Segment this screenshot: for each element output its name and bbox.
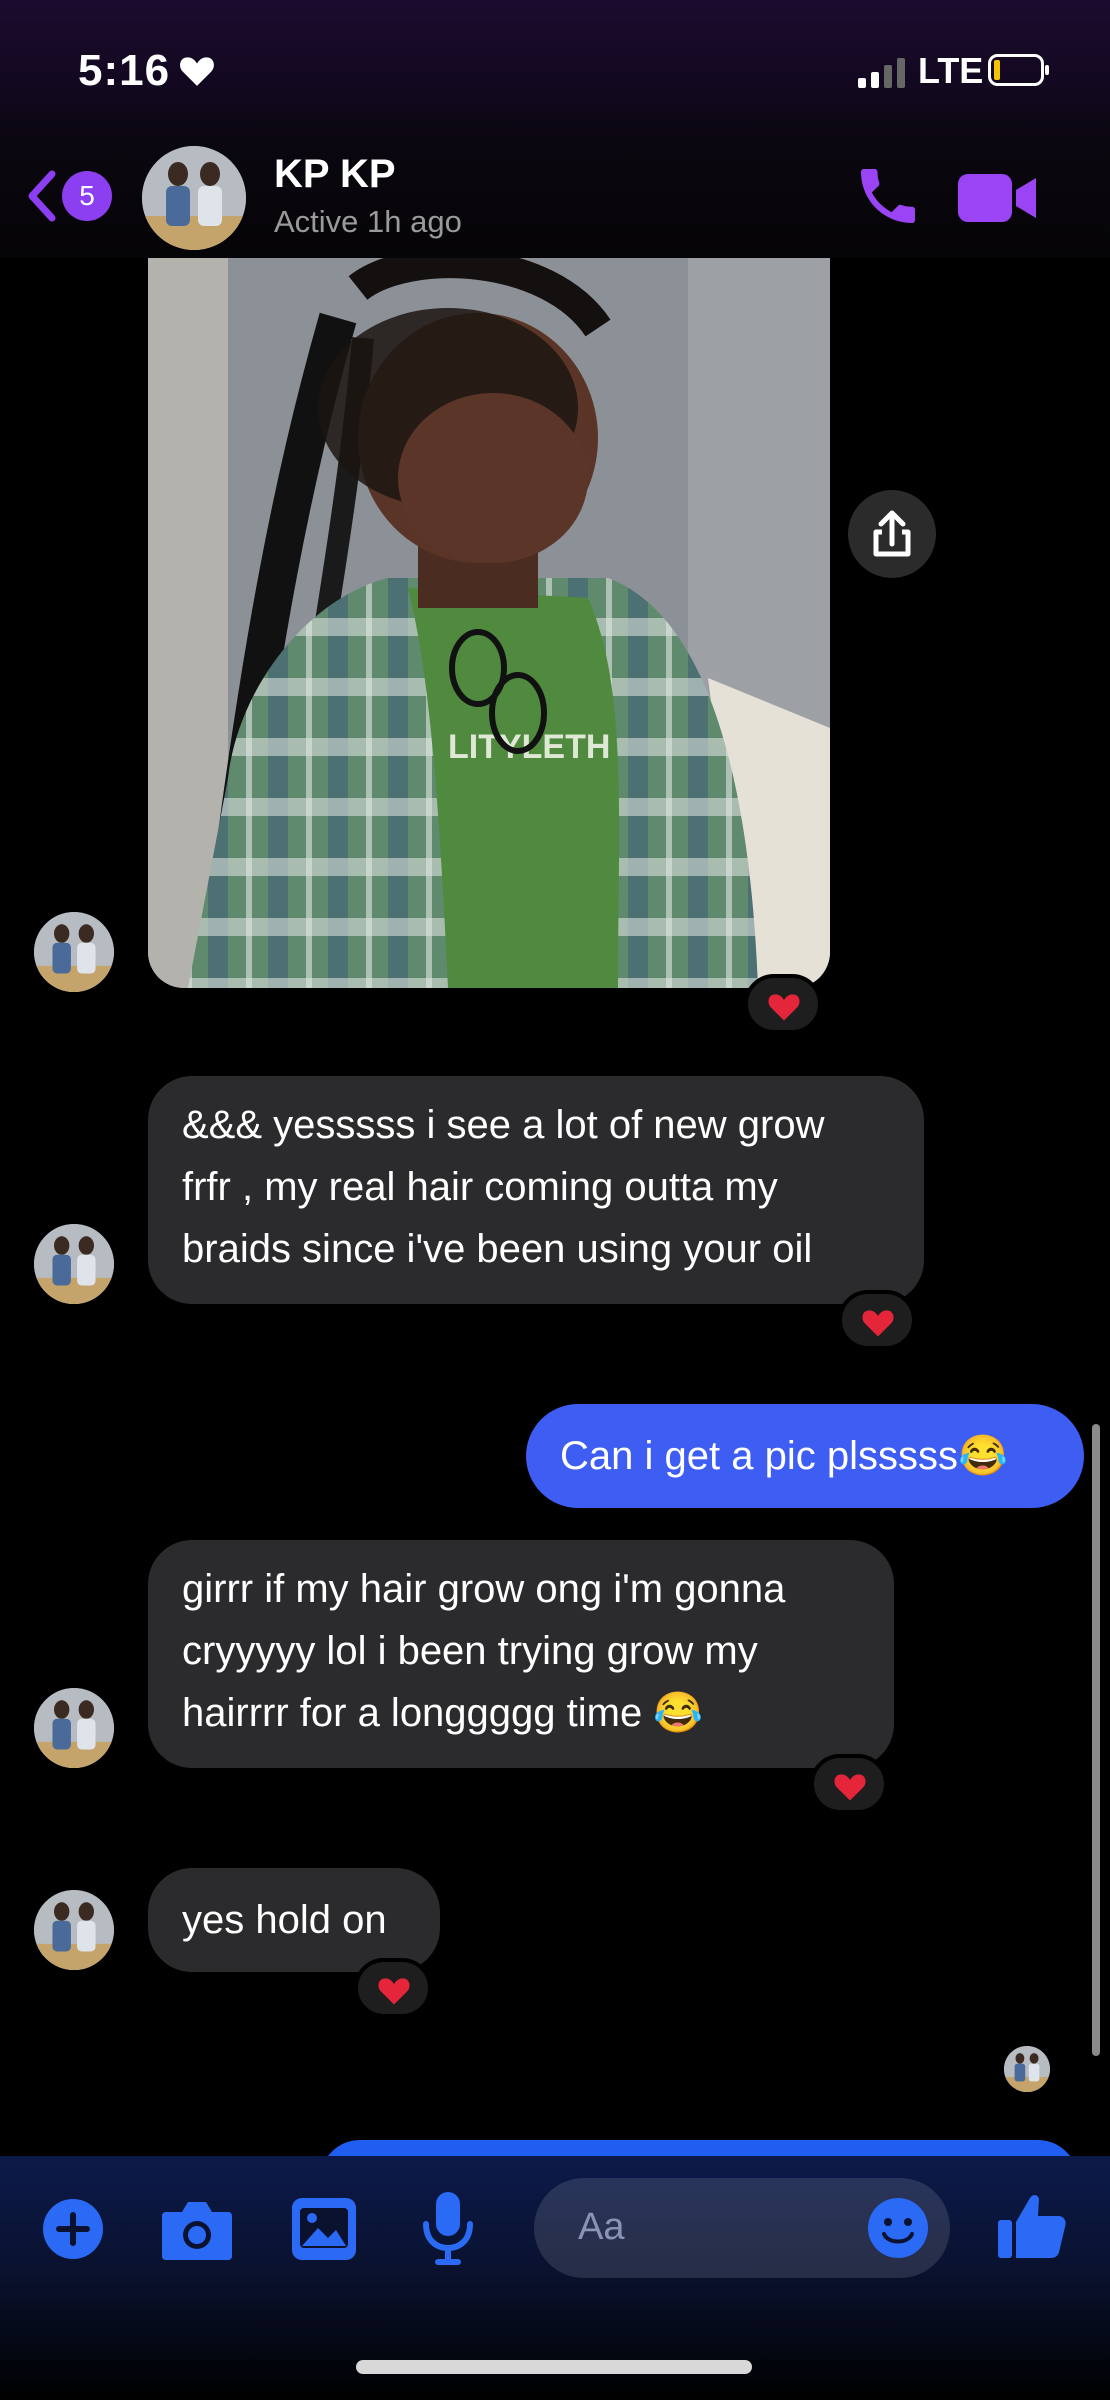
- heart-icon: [834, 1774, 866, 1801]
- heart-icon: [768, 994, 800, 1021]
- avatar-photo: [142, 146, 246, 250]
- message-line: frfr , my real hair coming outta my: [182, 1165, 778, 1209]
- plus-icon[interactable]: [42, 2198, 104, 2260]
- thumbs-up-icon[interactable]: [996, 2190, 1068, 2262]
- message-line: &&& yesssss i see a lot of new grow: [182, 1103, 825, 1147]
- contact-name[interactable]: KP KP: [274, 152, 396, 197]
- heart-icon: [862, 1310, 894, 1337]
- gallery-icon[interactable]: [290, 2196, 358, 2262]
- message-text: yes hold on: [182, 1898, 387, 1942]
- heart-reaction[interactable]: [354, 1958, 432, 2018]
- outgoing-message[interactable]: Can i get a pic plsssss😂: [526, 1404, 1084, 1508]
- heart-reaction[interactable]: [838, 1290, 916, 1350]
- heart-reaction[interactable]: [810, 1754, 888, 1814]
- share-icon: [873, 510, 911, 557]
- heart-reaction[interactable]: [744, 974, 822, 1034]
- heart-status-icon: [180, 57, 214, 86]
- unread-count-badge[interactable]: 5: [62, 171, 112, 221]
- avatar-photo: [34, 1890, 114, 1970]
- contact-avatar-small[interactable]: [34, 1688, 114, 1768]
- heart-icon: [378, 1978, 410, 2005]
- network-type: LTE: [918, 50, 984, 91]
- incoming-message[interactable]: girrr if my hair grow ong i'm gonna cryy…: [148, 1540, 894, 1768]
- contact-avatar-small[interactable]: [34, 1224, 114, 1304]
- avatar-photo: [34, 912, 114, 992]
- message-line: girrr if my hair grow ong i'm gonna: [182, 1567, 786, 1611]
- microphone-icon[interactable]: [420, 2190, 476, 2266]
- active-status: Active 1h ago: [274, 204, 462, 239]
- incoming-message[interactable]: yes hold on: [148, 1868, 440, 1972]
- message-text: Can i get a pic plsssss😂: [560, 1434, 1008, 1478]
- status-bar: 5:16 LTE: [0, 0, 1110, 140]
- contact-avatar[interactable]: [142, 146, 246, 250]
- avatar-photo: [34, 1688, 114, 1768]
- avatar-photo: [1004, 2046, 1050, 2092]
- back-chevron-icon[interactable]: [24, 168, 58, 224]
- video-call-icon[interactable]: [958, 170, 1038, 226]
- phone-call-icon[interactable]: [852, 160, 924, 232]
- image-message[interactable]: LITYLETH: [148, 258, 830, 988]
- share-button[interactable]: [848, 490, 936, 578]
- contact-avatar-small[interactable]: [34, 1890, 114, 1970]
- incoming-message[interactable]: &&& yesssss i see a lot of new grow frfr…: [148, 1076, 924, 1304]
- home-indicator[interactable]: [356, 2360, 752, 2374]
- message-line: hairrrr for a longgggg time 😂: [182, 1691, 704, 1735]
- status-time: 5:16: [78, 46, 171, 95]
- contact-avatar-small[interactable]: [34, 912, 114, 992]
- camera-icon[interactable]: [160, 2196, 234, 2262]
- message-line: cryyyyy lol i been trying grow my: [182, 1629, 758, 1673]
- signal-icon: [858, 58, 905, 88]
- message-line: braids since i've been using your oil: [182, 1227, 813, 1271]
- emoji-icon[interactable]: [866, 2196, 930, 2260]
- photo-content: LITYLETH: [148, 258, 830, 988]
- message-input-placeholder: Aa: [578, 2206, 625, 2248]
- avatar-photo: [34, 1224, 114, 1304]
- scrollbar[interactable]: [1092, 1424, 1100, 2056]
- battery-icon: [988, 54, 1049, 86]
- read-receipt-avatar: [1004, 2046, 1050, 2092]
